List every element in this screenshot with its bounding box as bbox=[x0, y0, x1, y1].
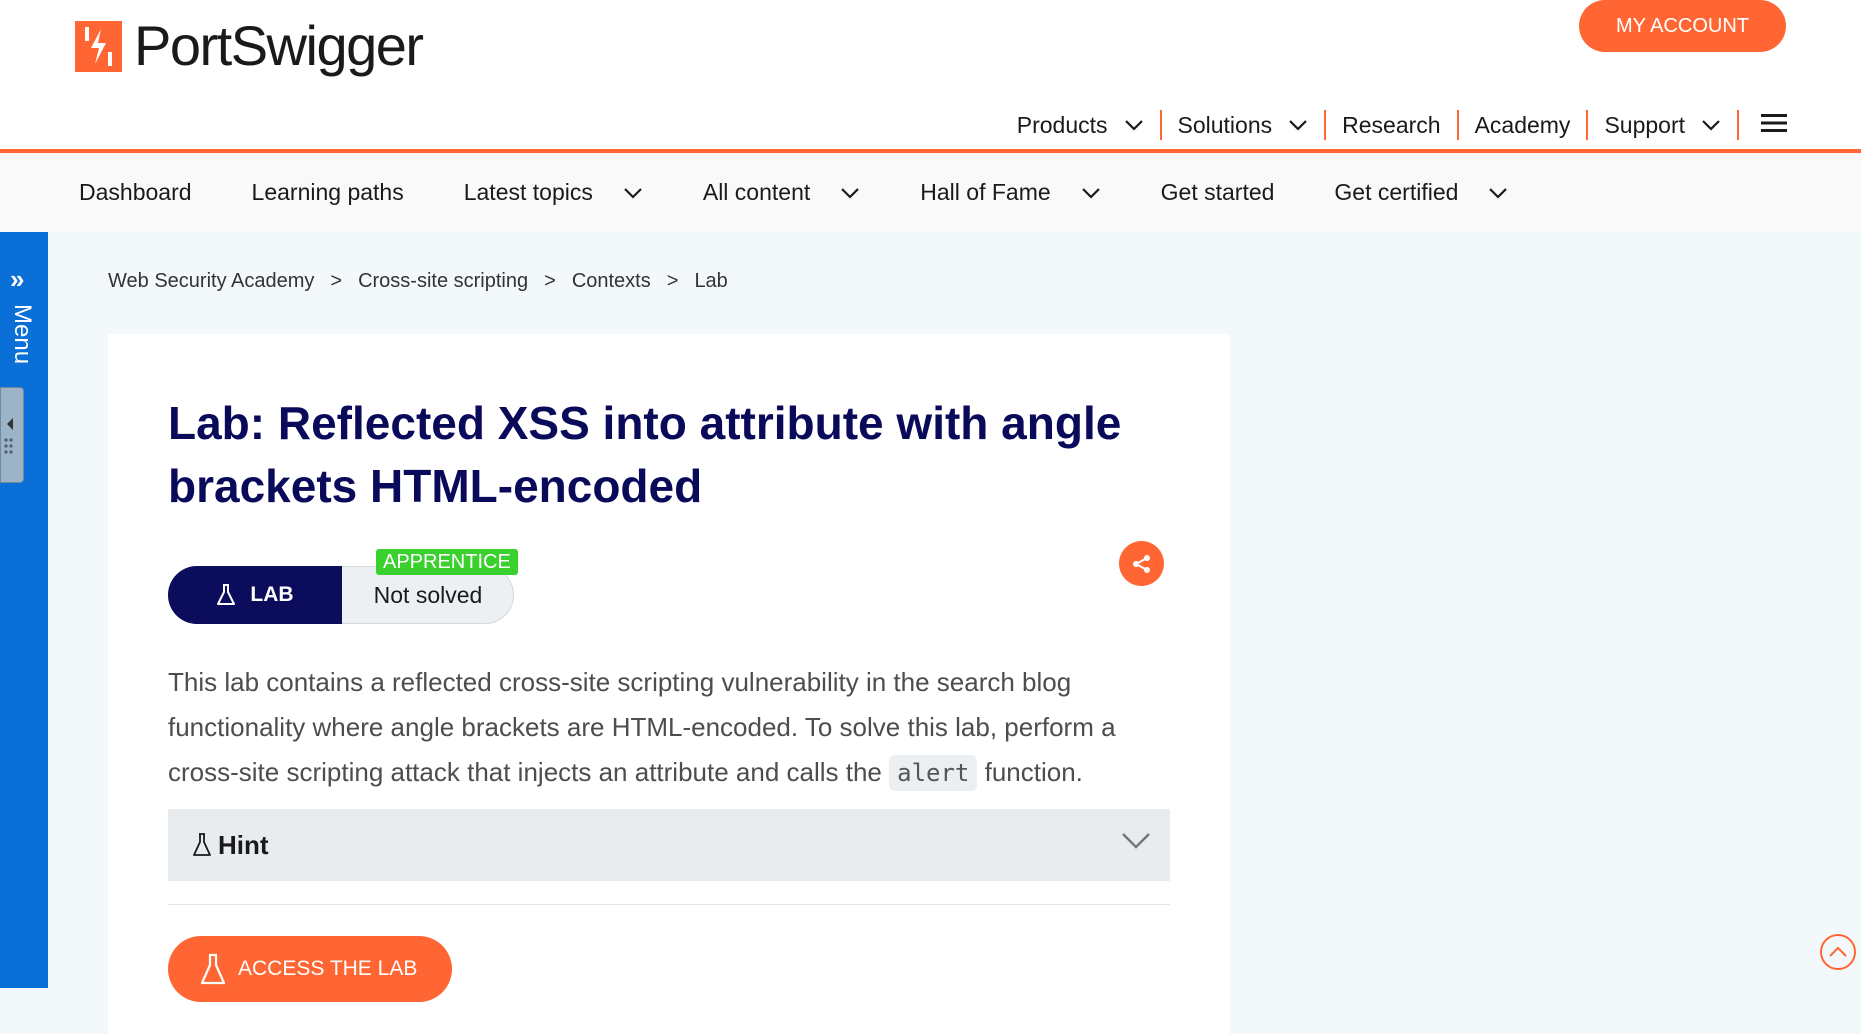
academy-nav-get-certified[interactable]: Get certified bbox=[1334, 179, 1508, 206]
chevron-down-icon bbox=[1124, 120, 1143, 131]
breadcrumb-separator: > bbox=[544, 270, 556, 292]
academy-nav-label: Get started bbox=[1160, 179, 1275, 205]
nav-academy[interactable]: Academy bbox=[1459, 110, 1589, 140]
inline-code: alert bbox=[889, 755, 978, 791]
nav-research[interactable]: Research bbox=[1326, 110, 1459, 140]
chevron-down-icon bbox=[1289, 120, 1307, 131]
difficulty-level-badge: APPRENTICE bbox=[376, 549, 518, 575]
hint-accordion[interactable]: Hint bbox=[168, 809, 1170, 881]
breadcrumb-item[interactable]: Lab bbox=[694, 270, 727, 293]
breadcrumb-item[interactable]: Cross-site scripting bbox=[358, 270, 528, 293]
academy-nav-label: Dashboard bbox=[79, 179, 192, 205]
breadcrumb-item[interactable]: Contexts bbox=[572, 270, 651, 293]
chevron-down-icon bbox=[1081, 187, 1100, 199]
academy-nav-learning-paths[interactable]: Learning paths bbox=[252, 179, 404, 206]
hamburger-menu-icon[interactable] bbox=[1739, 113, 1787, 138]
lab-card: Lab: Reflected XSS into attribute with a… bbox=[108, 334, 1230, 1034]
access-lab-button[interactable]: ACCESS THE LAB bbox=[168, 936, 452, 1002]
nav-support[interactable]: Support bbox=[1588, 110, 1739, 140]
chevron-down-icon bbox=[841, 187, 860, 199]
nav-label: Solutions bbox=[1177, 111, 1273, 138]
academy-nav-label: Latest topics bbox=[463, 179, 593, 205]
nav-solutions[interactable]: Solutions bbox=[1162, 110, 1327, 140]
academy-nav-hall-of-fame[interactable]: Hall of Fame bbox=[920, 179, 1100, 206]
brand-name: PortSwigger bbox=[134, 14, 424, 77]
chevron-down-icon bbox=[1702, 120, 1720, 131]
divider bbox=[168, 904, 1170, 905]
lab-type-label: LAB bbox=[250, 583, 294, 606]
flask-icon bbox=[200, 953, 226, 985]
portswigger-logo-icon bbox=[75, 20, 122, 72]
academy-nav-label: Get certified bbox=[1334, 179, 1459, 205]
side-menu-label: Menu bbox=[9, 304, 36, 365]
breadcrumb-item[interactable]: Web Security Academy bbox=[108, 270, 314, 293]
flask-icon bbox=[217, 584, 236, 605]
breadcrumb-separator: > bbox=[666, 270, 679, 292]
nav-label: Academy bbox=[1474, 111, 1571, 138]
nav-products[interactable]: Products bbox=[1001, 110, 1162, 140]
academy-nav-get-started[interactable]: Get started bbox=[1161, 179, 1275, 206]
share-button[interactable] bbox=[1119, 541, 1164, 586]
access-lab-label: ACCESS THE LAB bbox=[238, 957, 418, 980]
nav-label: Research bbox=[1342, 111, 1441, 138]
lab-status-text: Not solved bbox=[373, 581, 483, 608]
chevron-down-icon bbox=[1122, 833, 1150, 849]
double-chevron-right-icon: » bbox=[10, 264, 25, 294]
drag-handle[interactable] bbox=[0, 387, 24, 483]
breadcrumb-separator: > bbox=[330, 270, 343, 292]
side-menu-toggle[interactable]: » Menu bbox=[0, 232, 48, 988]
scroll-to-top-button[interactable] bbox=[1820, 934, 1856, 970]
academy-nav-all-content[interactable]: All content bbox=[703, 179, 860, 206]
academy-nav-label: Hall of Fame bbox=[920, 179, 1051, 205]
academy-nav: Dashboard Learning paths Latest topics A… bbox=[0, 153, 1861, 232]
share-icon bbox=[1132, 554, 1150, 573]
page-title: Lab: Reflected XSS into attribute with a… bbox=[168, 397, 1122, 512]
portswigger-logo[interactable]: PortSwigger bbox=[75, 14, 424, 77]
chevron-up-icon bbox=[1829, 946, 1847, 957]
academy-nav-label: Learning paths bbox=[251, 179, 404, 205]
breadcrumb: Web Security Academy > Cross-site script… bbox=[108, 270, 728, 293]
chevron-down-icon bbox=[1489, 187, 1508, 199]
academy-nav-label: All content bbox=[702, 179, 811, 205]
academy-nav-latest-topics[interactable]: Latest topics bbox=[464, 179, 643, 206]
my-account-button[interactable]: MY ACCOUNT bbox=[1579, 0, 1786, 52]
flask-icon bbox=[193, 833, 211, 856]
lab-type-tag: LAB bbox=[168, 566, 342, 624]
nav-label: Support bbox=[1604, 111, 1685, 138]
nav-label: Products bbox=[1016, 111, 1108, 138]
chevron-down-icon bbox=[624, 187, 642, 199]
hint-label: Hint bbox=[218, 829, 269, 860]
site-header: PortSwigger MY ACCOUNT Products Solution… bbox=[0, 0, 1861, 153]
description-text: function. bbox=[977, 757, 1083, 787]
lab-description: This lab contains a reflected cross-site… bbox=[168, 660, 1168, 796]
academy-nav-dashboard[interactable]: Dashboard bbox=[79, 179, 192, 206]
main-nav: Products Solutions Research Academy Supp… bbox=[1001, 108, 1787, 142]
